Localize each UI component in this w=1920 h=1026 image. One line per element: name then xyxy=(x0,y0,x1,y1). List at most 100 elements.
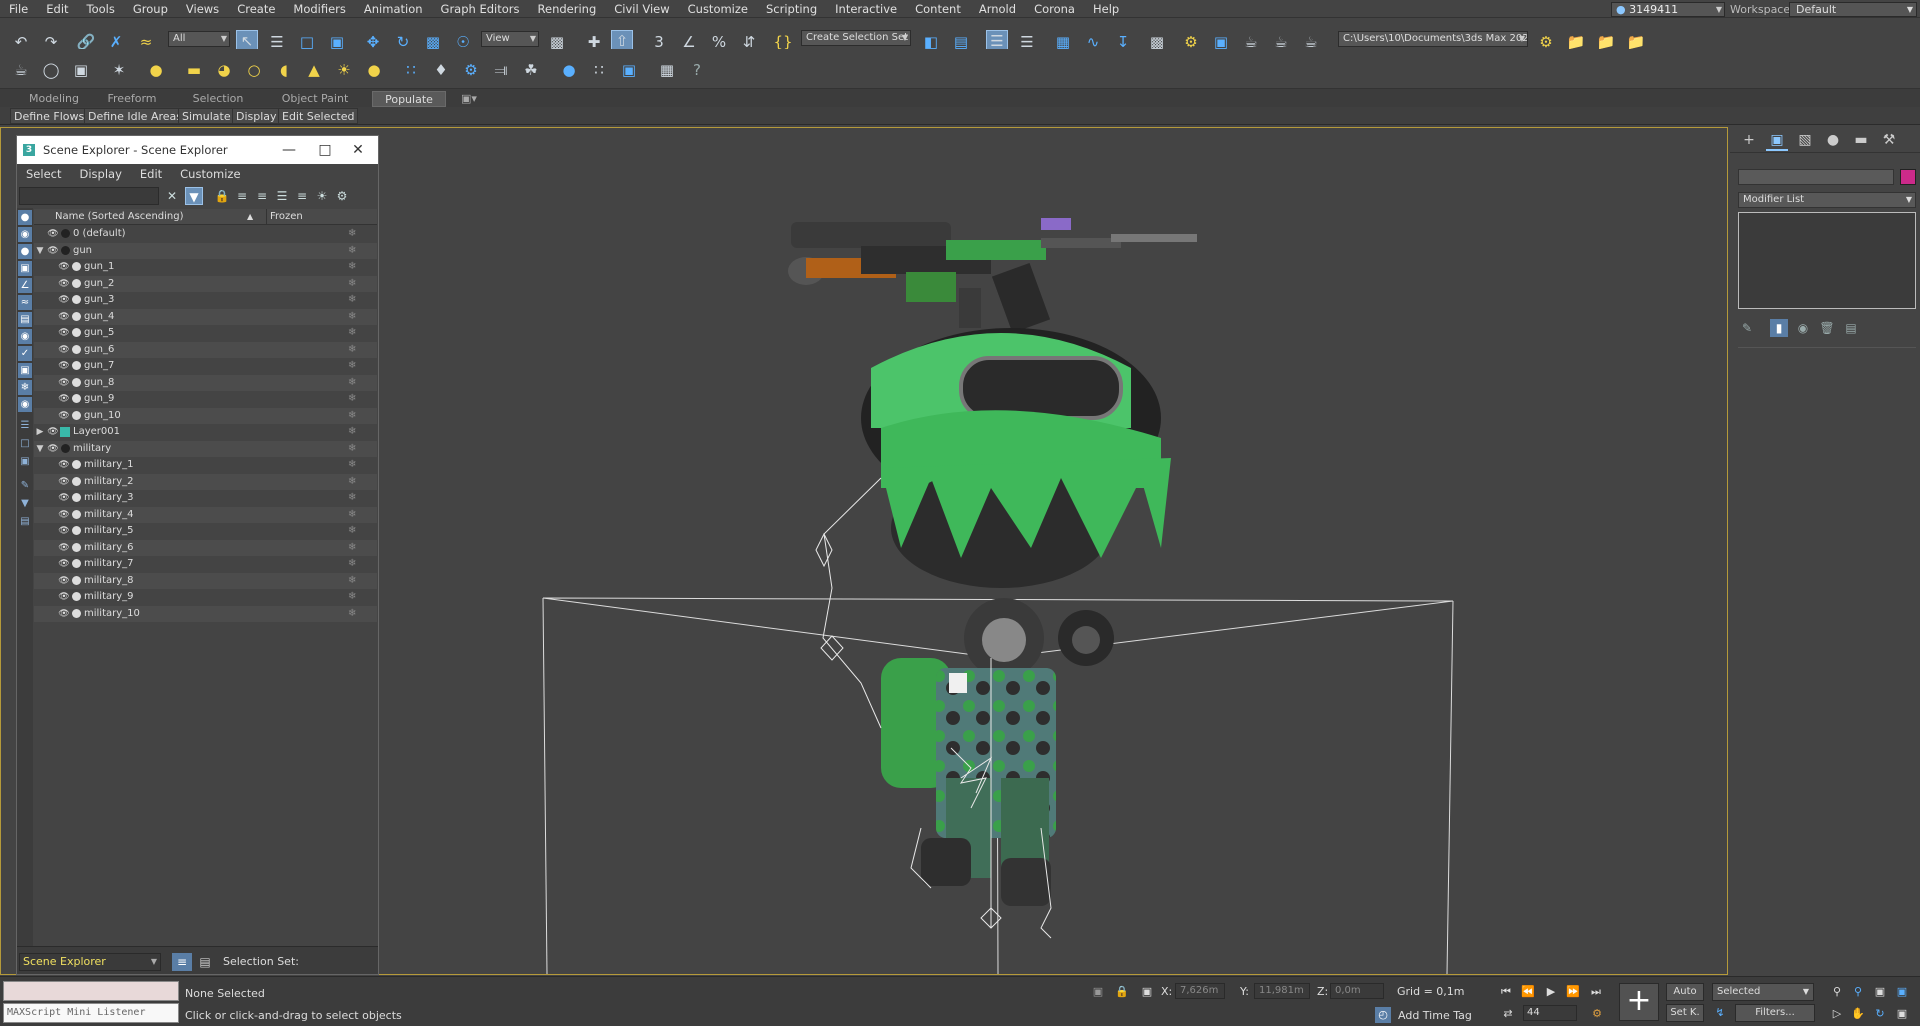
visibility-eye-icon[interactable]: 👁 xyxy=(57,408,71,424)
minimize-icon[interactable]: — xyxy=(269,136,309,164)
motion-tab-icon[interactable]: ● xyxy=(1822,129,1844,151)
remove-modifier-icon[interactable]: 🗑 xyxy=(1818,319,1836,337)
menu-animation[interactable]: Animation xyxy=(355,0,432,18)
visibility-eye-icon[interactable]: 👁 xyxy=(46,424,60,440)
freeze-icon[interactable]: ❄ xyxy=(348,507,356,523)
named-selection-dropdown[interactable]: Create Selection Set ▼ xyxy=(801,30,911,46)
freeze-icon[interactable]: ❄ xyxy=(348,556,356,572)
list-item[interactable]: 👁 gun_3 ❄ xyxy=(34,292,377,308)
list-item[interactable]: 👁 gun_4 ❄ xyxy=(34,308,377,325)
converter-icon[interactable]: ▣ xyxy=(618,59,640,81)
absolute-transform-icon[interactable]: ▣ xyxy=(1139,984,1155,1000)
freeze-icon[interactable]: ❄ xyxy=(348,391,356,407)
display-bones-icon[interactable]: ✓ xyxy=(18,346,32,361)
project-folder-dropdown[interactable]: C:\Users\10\Documents\3ds Max 2020 ▼ xyxy=(1338,31,1528,47)
scene-explorer-name-dropdown[interactable]: Scene Explorer ▼ xyxy=(19,953,161,971)
play-icon[interactable]: ▶ xyxy=(1543,984,1559,1000)
list-item[interactable]: 👁 gun_8 ❄ xyxy=(34,374,377,391)
lock-icon[interactable]: 🔒 xyxy=(213,187,231,205)
maxscript-listener-output[interactable]: MAXScript Mini Listener xyxy=(3,1003,179,1023)
visibility-eye-icon[interactable]: 👁 xyxy=(57,507,71,523)
visibility-eye-icon[interactable]: 👁 xyxy=(57,474,71,490)
visibility-eye-icon[interactable]: 👁 xyxy=(57,375,71,391)
menu-corona[interactable]: Corona xyxy=(1025,0,1084,18)
tab-selection[interactable]: Selection xyxy=(180,91,256,107)
tab-freeform[interactable]: Freeform xyxy=(96,91,168,107)
visibility-eye-icon[interactable]: 👁 xyxy=(46,243,60,259)
selection-filter-dropdown[interactable]: All ▼ xyxy=(168,31,230,47)
set-key-big-button[interactable]: + xyxy=(1619,983,1659,1021)
visibility-eye-icon[interactable]: 👁 xyxy=(57,325,71,341)
proxy-icon[interactable]: ♦ xyxy=(430,59,452,81)
list-item[interactable]: ▼ 👁 gun ❄ xyxy=(34,242,377,259)
help-icon[interactable]: ? xyxy=(686,59,708,81)
menu-group[interactable]: Group xyxy=(124,0,177,18)
tripod-icon[interactable]: ⫥ xyxy=(490,59,512,81)
book-icon[interactable]: ▤ xyxy=(18,514,32,529)
selection-set-icon[interactable]: ▤ xyxy=(195,953,215,971)
freeze-icon[interactable]: ❄ xyxy=(348,358,356,374)
account-dropdown[interactable]: ● 3149411 ▼ xyxy=(1611,2,1725,17)
scene-explorer-menu-edit[interactable]: Edit xyxy=(131,167,171,181)
menu-views[interactable]: Views xyxy=(177,0,228,18)
list-item[interactable]: 👁 military_9 ❄ xyxy=(34,589,377,605)
edit-selected-button[interactable]: Edit Selected xyxy=(278,108,359,124)
visibility-eye-icon[interactable]: 👁 xyxy=(57,259,71,275)
explode-icon[interactable]: ✶ xyxy=(108,59,130,81)
visibility-eye-icon[interactable]: 👁 xyxy=(57,276,71,292)
display-tab-icon[interactable]: ▬ xyxy=(1850,129,1872,151)
selection-lock-icon[interactable]: 🔒 xyxy=(1114,984,1130,1000)
zoom-icon[interactable]: ⚲ xyxy=(1829,984,1845,1000)
scatter-icon[interactable]: ∷ xyxy=(400,59,422,81)
y-coordinate-field[interactable]: 11,981m xyxy=(1254,983,1310,999)
list-item[interactable]: 👁 military_4 ❄ xyxy=(34,506,377,523)
tab-object-paint[interactable]: Object Paint xyxy=(270,91,360,107)
expand-down-icon[interactable]: ▼ xyxy=(35,441,45,457)
freeze-icon[interactable]: ❄ xyxy=(348,606,356,622)
freeze-icon[interactable]: ❄ xyxy=(348,589,356,605)
scene-explorer-menu-display[interactable]: Display xyxy=(70,167,130,181)
sync-selection-icon[interactable]: ✎ xyxy=(18,478,32,493)
display-hidden-icon[interactable]: ◉ xyxy=(18,397,32,412)
zoom-all-icon[interactable]: ⚲ xyxy=(1850,984,1866,1000)
layer-manager-icon[interactable]: ≡ xyxy=(172,953,192,971)
display-spacewarps-icon[interactable]: ≈ xyxy=(18,295,32,310)
menu-interactive[interactable]: Interactive xyxy=(826,0,906,18)
menu-edit[interactable]: Edit xyxy=(37,0,77,18)
previous-frame-icon[interactable]: ⏪ xyxy=(1520,984,1536,1000)
ribbon-options-icon[interactable]: ▣▾ xyxy=(456,91,482,107)
define-idle-areas-button[interactable]: Define Idle Areas xyxy=(84,108,186,124)
visibility-eye-icon[interactable]: 👁 xyxy=(57,391,71,407)
column-name-header[interactable]: Name (Sorted Ascending) xyxy=(55,209,184,224)
scene-explorer-search-input[interactable] xyxy=(19,187,159,205)
freeze-icon[interactable]: ❄ xyxy=(348,441,356,457)
visibility-eye-icon[interactable]: 👁 xyxy=(57,573,71,589)
freeze-icon[interactable]: ❄ xyxy=(348,457,356,473)
menu-content[interactable]: Content xyxy=(906,0,970,18)
freeze-icon[interactable]: ❄ xyxy=(348,474,356,490)
time-tag-icon[interactable]: ◴ xyxy=(1375,1007,1391,1023)
menu-arnold[interactable]: Arnold xyxy=(970,0,1025,18)
list-item[interactable]: 👁 military_8 ❄ xyxy=(34,572,377,589)
filter-icon[interactable]: ▼ xyxy=(185,187,203,205)
visibility-eye-icon[interactable]: 👁 xyxy=(57,490,71,506)
visibility-eye-icon[interactable]: 👁 xyxy=(46,226,60,242)
display-geometry-icon[interactable]: ● xyxy=(18,210,32,225)
freeze-icon[interactable]: ❄ xyxy=(348,292,356,308)
visibility-eye-icon[interactable]: 👁 xyxy=(57,606,71,622)
add-layer-icon[interactable]: ≡ xyxy=(233,187,251,205)
stack-icon[interactable]: ≡ xyxy=(293,187,311,205)
modifier-list-dropdown[interactable]: Modifier List ▼ xyxy=(1738,192,1916,208)
plane-icon[interactable]: ◯ xyxy=(40,59,62,81)
menu-modifiers[interactable]: Modifiers xyxy=(284,0,355,18)
key-tangent-icon[interactable]: ↯ xyxy=(1712,1005,1728,1021)
sun-icon[interactable]: ☀ xyxy=(333,59,355,81)
zoom-extents-all-icon[interactable]: ▣ xyxy=(1894,984,1910,1000)
display-xrefs-icon[interactable]: ◉ xyxy=(18,329,32,344)
freeze-icon[interactable]: ❄ xyxy=(348,490,356,506)
settings-icon[interactable]: ⚙ xyxy=(333,187,351,205)
maxscript-listener-input[interactable] xyxy=(3,981,179,1001)
freeze-icon[interactable]: ❄ xyxy=(348,325,356,341)
make-unique-icon[interactable]: ◉ xyxy=(1794,319,1812,337)
list-item[interactable]: 👁 gun_1 ❄ xyxy=(34,259,377,275)
